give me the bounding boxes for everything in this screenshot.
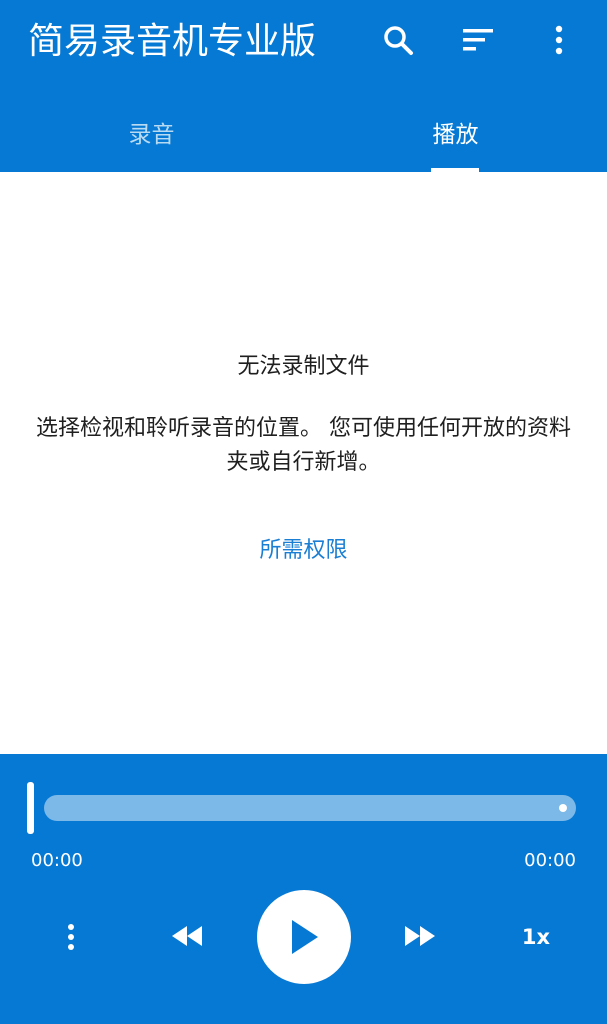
empty-state: 无法录制文件 选择检视和聆听录音的位置。 您可使用任何开放的资料夹或自行新增。 … (0, 172, 607, 754)
more-vert-icon[interactable] (539, 20, 579, 60)
tab-bar: 录音 播放 (0, 104, 607, 172)
error-title: 无法录制文件 (237, 354, 370, 379)
current-time: 00:00 (31, 850, 83, 871)
play-icon (292, 920, 318, 954)
fast-forward-icon (405, 926, 435, 946)
sort-icon[interactable] (458, 20, 498, 60)
total-time: 00:00 (524, 850, 576, 871)
fast-forward-button[interactable] (397, 916, 443, 956)
tab-record[interactable]: 录音 (0, 104, 303, 168)
seek-handle[interactable] (27, 782, 34, 834)
more-vert-icon (68, 924, 74, 950)
rewind-button[interactable] (164, 916, 210, 956)
error-description: 选择检视和聆听录音的位置。 您可使用任何开放的资料夹或自行新增。 (36, 416, 571, 475)
tab-playback[interactable]: 播放 (304, 104, 607, 168)
player-more-button[interactable] (52, 914, 90, 960)
seek-bar[interactable] (44, 795, 576, 821)
play-button[interactable] (257, 890, 351, 984)
rewind-icon (172, 926, 202, 946)
search-icon[interactable] (378, 20, 418, 60)
player-panel: 00:00 00:00 1x (0, 754, 607, 1024)
app-title: 简易录音机专业版 (28, 21, 317, 62)
app-bar: 简易录音机专业版 录音 播放 (0, 0, 607, 172)
permission-link[interactable]: 所需权限 (0, 532, 607, 564)
seek-end-marker (559, 804, 567, 812)
speed-button[interactable]: 1x (508, 918, 564, 956)
